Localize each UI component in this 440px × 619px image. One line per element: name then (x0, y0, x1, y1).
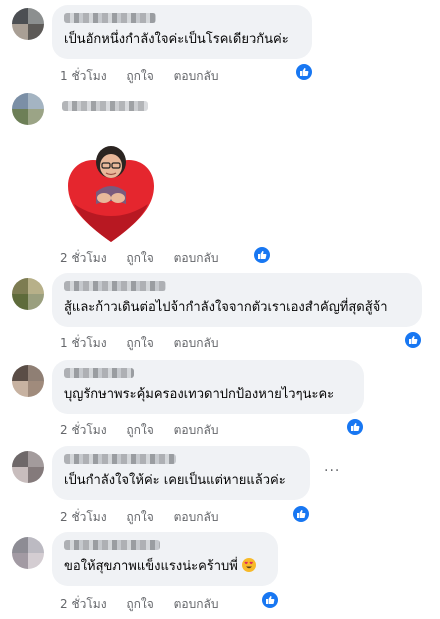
comment-text: ขอให้สุขภาพแข็งแรงน่ะคร้าบพี่ (64, 558, 266, 575)
commenter-name[interactable] (64, 281, 166, 291)
comment-text: เป็นอักหนึ่งกำลังใจค่ะเป็นโรคเดียวกันค่ะ (64, 32, 289, 47)
comment-actions: 2 ชั่วโมง ถูกใจ ตอบกลับ (60, 595, 234, 614)
like-thumb-icon[interactable] (254, 247, 270, 263)
comment-actions: 2 ชั่วโมง ถูกใจ ตอบกลับ (60, 421, 234, 440)
comment-actions: 2 ชั่วโมง ถูกใจ ตอบกลับ (60, 249, 234, 268)
commenter-name[interactable] (64, 13, 156, 23)
like-link[interactable]: ถูกใจ (126, 510, 153, 524)
avatar[interactable] (12, 537, 44, 569)
timestamp[interactable]: 1 ชั่วโมง (60, 336, 107, 350)
heart-eyes-emoji-icon (241, 558, 256, 572)
heart-hug-sticker (68, 146, 154, 242)
timestamp[interactable]: 2 ชั่วโมง (60, 423, 107, 437)
reply-link[interactable]: ตอบกลับ (174, 510, 219, 524)
timestamp[interactable]: 2 ชั่วโมง (60, 251, 107, 265)
comment-text: เป็นกำลังใจให้ค่ะ เคยเป็นแต่หายแล้วค่ะ (64, 473, 286, 488)
like-link[interactable]: ถูกใจ (126, 597, 153, 611)
reply-link[interactable]: ตอบกลับ (174, 69, 219, 83)
commenter-name[interactable] (64, 540, 160, 550)
reply-link[interactable]: ตอบกลับ (174, 597, 219, 611)
avatar[interactable] (12, 451, 44, 483)
comment-bubble: เป็นอักหนึ่งกำลังใจค่ะเป็นโรคเดียวกันค่ะ (52, 5, 312, 59)
commenter-name[interactable] (64, 454, 176, 464)
timestamp[interactable]: 2 ชั่วโมง (60, 510, 107, 524)
avatar[interactable] (12, 278, 44, 310)
timestamp[interactable]: 2 ชั่วโมง (60, 597, 107, 611)
comment-actions: 1 ชั่วโมง ถูกใจ ตอบกลับ (60, 67, 234, 86)
reply-link[interactable]: ตอบกลับ (174, 336, 219, 350)
like-thumb-icon[interactable] (405, 332, 421, 348)
avatar[interactable] (12, 8, 44, 40)
like-thumb-icon[interactable] (347, 419, 363, 435)
like-thumb-icon[interactable] (296, 64, 312, 80)
avatar[interactable] (12, 365, 44, 397)
timestamp[interactable]: 1 ชั่วโมง (60, 69, 107, 83)
like-link[interactable]: ถูกใจ (126, 69, 153, 83)
reply-link[interactable]: ตอบกลับ (174, 423, 219, 437)
like-thumb-icon[interactable] (293, 506, 309, 522)
commenter-name[interactable] (62, 101, 148, 111)
like-link[interactable]: ถูกใจ (126, 423, 153, 437)
comment-bubble: บุญรักษาพระคุ้มครองเทวดาปกป้องหายไวๆนะคะ (52, 360, 364, 414)
like-link[interactable]: ถูกใจ (126, 336, 153, 350)
like-link[interactable]: ถูกใจ (126, 251, 153, 265)
comment-actions: 1 ชั่วโมง ถูกใจ ตอบกลับ (60, 334, 234, 353)
reply-link[interactable]: ตอบกลับ (174, 251, 219, 265)
comment-actions: 2 ชั่วโมง ถูกใจ ตอบกลับ (60, 508, 234, 527)
comment-bubble: ขอให้สุขภาพแข็งแรงน่ะคร้าบพี่ (52, 532, 278, 586)
commenter-name[interactable] (64, 368, 134, 378)
comment-text-body: ขอให้สุขภาพแข็งแรงน่ะคร้าบพี่ (64, 559, 238, 574)
comment-bubble: สู้และก้าวเดินต่อไปจ้ากำลังใจจากตัวเราเอ… (52, 273, 422, 327)
more-options-icon[interactable]: ··· (324, 463, 340, 479)
avatar[interactable] (12, 93, 44, 125)
comment-text: บุญรักษาพระคุ้มครองเทวดาปกป้องหายไวๆนะคะ (64, 387, 335, 402)
comment-bubble: เป็นกำลังใจให้ค่ะ เคยเป็นแต่หายแล้วค่ะ (52, 446, 310, 500)
comment-text: สู้และก้าวเดินต่อไปจ้ากำลังใจจากตัวเราเอ… (64, 300, 388, 315)
like-thumb-icon[interactable] (262, 592, 278, 608)
